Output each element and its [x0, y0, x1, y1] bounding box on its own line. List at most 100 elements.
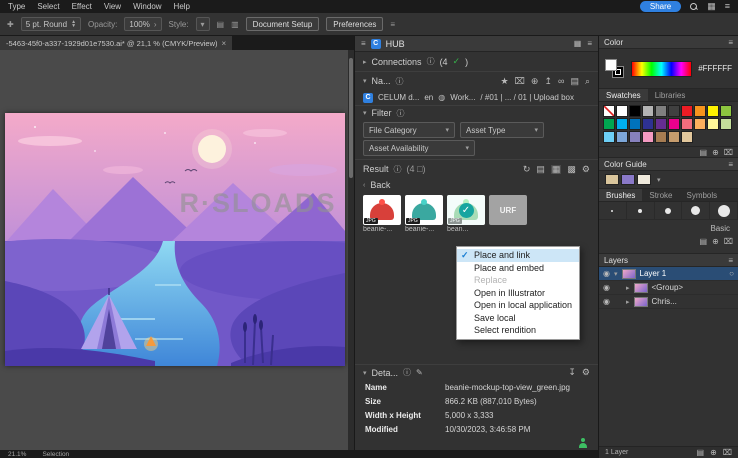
swatch[interactable] — [616, 105, 628, 117]
swatch[interactable] — [616, 131, 628, 143]
list-view-icon[interactable]: ▤ — [536, 164, 545, 174]
folder-icon[interactable]: ▤ — [570, 76, 579, 86]
asset-thumbnail-placeholder[interactable]: URF — [489, 195, 527, 225]
panel-menu-icon[interactable]: ≡ — [728, 160, 733, 169]
tab-libraries[interactable]: Libraries — [648, 89, 693, 101]
swatch[interactable] — [655, 118, 667, 130]
swatch[interactable] — [720, 118, 732, 130]
menu-item-open-in-illustrator[interactable]: Open in Illustrator — [457, 287, 579, 300]
asset-availability-dropdown[interactable]: Asset Availability ▾ — [363, 140, 475, 156]
panel-menu-icon[interactable]: ≡ — [728, 38, 733, 47]
detail-section-header[interactable]: ▾ Deta... ⓘ ✎ ↧ ⚙ — [355, 364, 598, 380]
swatch[interactable] — [668, 131, 680, 143]
menu-item-open-in-local-application[interactable]: Open in local application — [457, 299, 579, 312]
tab-swatches[interactable]: Swatches — [599, 89, 648, 101]
filter-section-header[interactable]: ▾ Filter ⓘ — [355, 106, 598, 120]
panel-menu-icon[interactable]: ≡ — [728, 256, 733, 265]
tab-symbols[interactable]: Symbols — [679, 189, 724, 201]
scrollbar-thumb[interactable] — [349, 58, 353, 178]
swatch[interactable] — [707, 118, 719, 130]
menu-view[interactable]: View — [104, 2, 121, 11]
swatch[interactable] — [681, 118, 693, 130]
brush-item[interactable] — [627, 202, 655, 219]
breadcrumb-connection[interactable]: CELUM d... — [378, 93, 419, 102]
style-control[interactable]: ▾ — [195, 17, 210, 31]
menu-effect[interactable]: Effect — [72, 2, 92, 11]
layer-row-layer-1[interactable]: ◉ ▾ Layer 1 ○ — [599, 267, 738, 281]
back-button[interactable]: ‹ Back — [355, 178, 598, 192]
swatch[interactable] — [629, 131, 641, 143]
info-icon[interactable]: ⓘ — [403, 368, 411, 377]
swatch[interactable] — [694, 118, 706, 130]
fill-swatch[interactable] — [605, 58, 617, 71]
celum-panel-header[interactable]: ≡ C HUB ▦ ≡ — [355, 36, 598, 52]
asset-thumbnail-teal-beanie[interactable]: JPG — [405, 195, 443, 225]
document-tab[interactable]: -5463-45f0-a337-1929d01e7530.ai* @ 21,1 … — [0, 36, 233, 50]
make-mask-icon[interactable]: ▤ — [697, 448, 705, 457]
grid-view-icon[interactable]: ▦ — [550, 164, 562, 174]
document-setup-button[interactable]: Document Setup — [245, 17, 320, 31]
menu-item-save-local[interactable]: Save local — [457, 312, 579, 325]
swatch[interactable] — [603, 131, 615, 143]
fill-stroke-indicator[interactable] — [605, 58, 625, 79]
menu-item-select-rendition[interactable]: Select rendition — [457, 324, 579, 337]
align-icon[interactable]: ▤ — [217, 20, 225, 29]
swatch[interactable] — [720, 105, 732, 117]
brush-item[interactable] — [655, 202, 683, 219]
download-icon[interactable]: ↧ — [568, 368, 576, 377]
breadcrumb[interactable]: C CELUM d... en ◍ Work... / #01 | ... / … — [355, 90, 598, 106]
artwork-illustration[interactable] — [0, 113, 348, 366]
connections-section-header[interactable]: ▸ Connections ⓘ (4 ✓ ) — [355, 52, 598, 72]
layer-name[interactable]: Chris... — [652, 297, 677, 306]
harmony-color-chip[interactable] — [605, 174, 619, 185]
menu-item-place-and-link[interactable]: ✓ Place and link — [457, 249, 579, 262]
asset-type-dropdown[interactable]: Asset Type ▾ — [460, 122, 544, 138]
stroke-spinner[interactable]: ▲ ▼ — [71, 20, 76, 29]
swatch[interactable] — [668, 105, 680, 117]
layer-row-path[interactable]: ◉ ▸ Chris... — [599, 295, 738, 309]
swatch-libraries-icon[interactable]: ▤ — [700, 148, 708, 157]
swatch[interactable] — [668, 118, 680, 130]
swatch[interactable] — [681, 131, 693, 143]
chevron-down-icon[interactable]: ▾ — [363, 109, 367, 117]
color-panel-header[interactable]: Color ≡ — [599, 36, 738, 49]
edit-pencil-icon[interactable]: ✎ — [416, 368, 423, 377]
breadcrumb-path[interactable]: / #01 | ... / 01 | Upload box — [480, 93, 574, 102]
menu-help[interactable]: Help — [174, 2, 190, 11]
swatch[interactable] — [655, 105, 667, 117]
swatch[interactable] — [642, 131, 654, 143]
dock-icon[interactable]: ▦ — [574, 39, 582, 48]
layer-row-group[interactable]: ◉ ▸ <Group> — [599, 281, 738, 295]
swatch[interactable] — [616, 118, 628, 130]
visibility-eye-icon[interactable]: ◉ — [603, 269, 610, 278]
new-layer-icon[interactable]: ⊕ — [710, 448, 717, 457]
layers-panel-header[interactable]: Layers ≡ — [599, 254, 738, 267]
menu-select[interactable]: Select — [37, 2, 59, 11]
panel-menu-icon[interactable]: ≡ — [725, 2, 730, 11]
expand-chevron-icon[interactable]: ▸ — [626, 298, 630, 306]
info-icon[interactable]: ⓘ — [394, 165, 402, 174]
swatch[interactable] — [629, 105, 641, 117]
share-button[interactable]: Share — [639, 1, 682, 12]
delete-layer-icon[interactable]: ⌧ — [723, 448, 732, 457]
refresh-icon[interactable]: ↻ — [523, 164, 531, 174]
swatch[interactable] — [694, 105, 706, 117]
swatch[interactable] — [642, 118, 654, 130]
canvas-area[interactable]: R·SLOADS — [0, 50, 348, 450]
visibility-eye-icon[interactable]: ◉ — [603, 297, 610, 306]
link-icon[interactable]: ∞ — [558, 76, 564, 86]
options-menu-icon[interactable]: ≡ — [390, 20, 395, 29]
harmony-dropdown-icon[interactable]: ▾ — [657, 176, 661, 184]
add-icon[interactable]: ⊕ — [531, 76, 539, 86]
settings-gear-icon[interactable]: ⚙ — [582, 164, 590, 174]
workspace-icon[interactable]: ▦ — [707, 2, 716, 11]
target-icon[interactable]: ○ — [729, 269, 734, 278]
expand-chevron-icon[interactable]: ▾ — [614, 270, 618, 278]
brush-item[interactable] — [682, 202, 711, 219]
breadcrumb-locale[interactable]: en — [424, 93, 433, 102]
breadcrumb-workroom[interactable]: Work... — [450, 93, 475, 102]
swatch[interactable] — [603, 105, 615, 117]
chevron-right-icon[interactable]: ▸ — [363, 58, 367, 66]
visibility-eye-icon[interactable]: ◉ — [603, 283, 610, 292]
favorite-star-icon[interactable]: ★ — [500, 76, 508, 86]
